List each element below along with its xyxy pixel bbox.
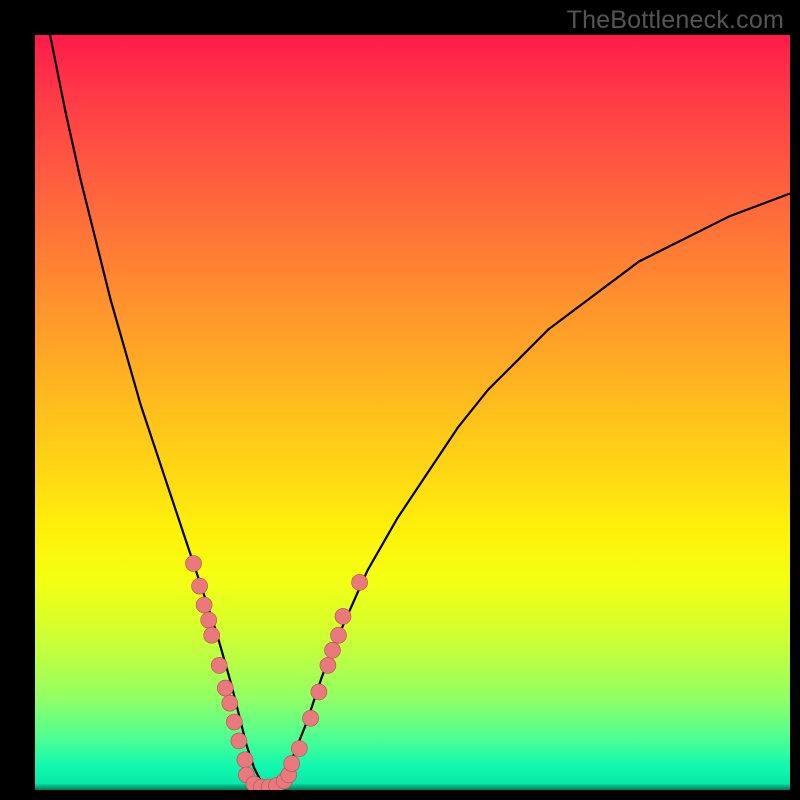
data-point <box>291 741 307 757</box>
data-point <box>192 578 208 594</box>
data-point <box>311 684 327 700</box>
bottleneck-curve-line <box>35 35 790 790</box>
data-point <box>222 695 238 711</box>
data-point <box>320 657 336 673</box>
data-point <box>303 710 319 726</box>
data-point <box>201 612 217 628</box>
plot-area <box>35 35 790 790</box>
data-point <box>211 657 227 673</box>
data-point <box>284 756 300 772</box>
data-point <box>237 752 253 768</box>
watermark-text: TheBottleneck.com <box>567 6 784 35</box>
data-point <box>186 556 202 572</box>
data-point <box>325 642 341 658</box>
data-point <box>335 608 351 624</box>
data-point <box>231 733 247 749</box>
data-point <box>204 627 220 643</box>
data-point <box>196 597 212 613</box>
data-point-group <box>186 556 368 791</box>
data-point <box>331 627 347 643</box>
chart-svg <box>35 35 790 790</box>
data-point <box>226 714 242 730</box>
data-point <box>352 574 368 590</box>
data-point <box>217 680 233 696</box>
chart-stage: TheBottleneck.com <box>0 0 800 800</box>
